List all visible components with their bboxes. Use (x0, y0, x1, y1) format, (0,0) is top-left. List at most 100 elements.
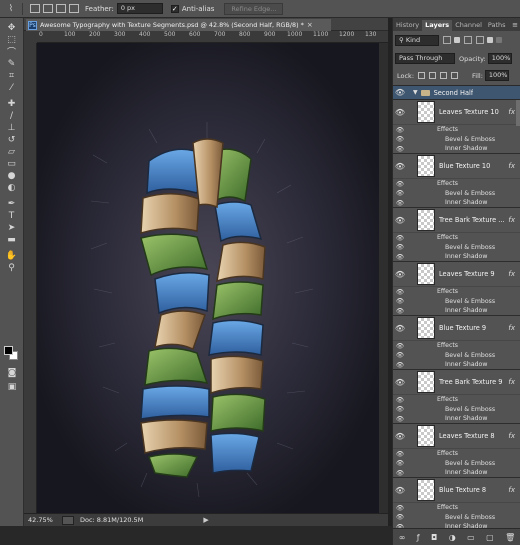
filter-toggle-icon[interactable] (496, 37, 502, 43)
effect-bevel[interactable]: Bevel & Emboss (445, 136, 495, 143)
type-tool-icon[interactable]: T (4, 210, 20, 221)
refine-edge-button[interactable]: Refine Edge... (224, 2, 284, 15)
filter-adjustment-icon[interactable] (454, 37, 460, 43)
marquee-tool-icon[interactable]: ⬚ (4, 34, 20, 45)
foreground-color-swatch[interactable] (4, 346, 13, 355)
clone-stamp-icon[interactable]: ⊥ (4, 122, 20, 133)
fx-icon[interactable]: fx (508, 378, 515, 386)
visibility-eye-icon[interactable]: 👁 (393, 234, 407, 242)
effect-bevel[interactable]: Bevel & Emboss (445, 190, 495, 197)
filter-pixel-icon[interactable] (443, 36, 451, 44)
delete-layer-icon[interactable]: 🗑 (505, 533, 515, 542)
layer-group-row[interactable]: 👁 ▼ Second Half (393, 86, 520, 100)
pen-tool-icon[interactable]: ✒ (4, 198, 20, 209)
new-layer-icon[interactable]: ▢ (486, 533, 494, 542)
chevron-down-icon[interactable]: ▼ (413, 89, 418, 96)
move-tool-icon[interactable]: ✥ (4, 22, 20, 33)
quick-mask-icon[interactable]: ◙ (4, 367, 20, 378)
effect-inner-shadow[interactable]: Inner Shadow (445, 415, 487, 422)
lasso-tool-icon[interactable]: ⌇ (4, 3, 18, 15)
blur-icon[interactable]: ● (4, 170, 20, 181)
layers-scrollbar-thumb[interactable] (516, 100, 520, 126)
effect-bevel[interactable]: Bevel & Emboss (445, 244, 495, 251)
visibility-eye-icon[interactable]: 👁 (393, 378, 407, 387)
visibility-eye-icon[interactable]: 👁 (393, 405, 407, 413)
quick-select-icon[interactable]: ✎ (4, 58, 20, 69)
filter-shape-icon[interactable] (476, 36, 484, 44)
visibility-eye-icon[interactable]: 👁 (393, 243, 407, 251)
intersect-selection-icon[interactable] (69, 4, 79, 13)
fx-icon[interactable]: fx (508, 270, 515, 278)
close-tab-icon[interactable]: × (307, 21, 313, 29)
effect-inner-shadow[interactable]: Inner Shadow (445, 307, 487, 314)
effect-inner-shadow[interactable]: Inner Shadow (445, 253, 487, 260)
visibility-eye-icon[interactable]: 👁 (393, 288, 407, 296)
visibility-eye-icon[interactable]: 👁 (393, 361, 407, 369)
hand-tool-icon[interactable]: ✋ (4, 250, 20, 261)
dodge-icon[interactable]: ◐ (4, 182, 20, 193)
eyedropper-icon[interactable]: ⁄ (4, 82, 20, 93)
add-style-icon[interactable]: ƒ (417, 533, 420, 542)
shape-tool-icon[interactable]: ▬ (4, 234, 20, 245)
effect-inner-shadow[interactable]: Inner Shadow (445, 145, 487, 152)
visibility-eye-icon[interactable]: 👁 (393, 135, 407, 143)
canvas[interactable] (37, 43, 388, 513)
screen-mode-icon[interactable]: ▣ (4, 381, 20, 392)
layer-row[interactable]: 👁 Blue Texture 9 fx 👁 Effects 👁 Bevel & Em… (393, 316, 520, 370)
visibility-eye-icon[interactable]: 👁 (393, 450, 407, 458)
visibility-eye-icon[interactable]: 👁 (393, 459, 407, 467)
effect-inner-shadow[interactable]: Inner Shadow (445, 199, 487, 206)
visibility-eye-icon[interactable]: 👁 (393, 486, 407, 495)
lock-position-icon[interactable] (440, 72, 448, 79)
fx-icon[interactable]: fx (508, 486, 515, 494)
horizontal-ruler[interactable]: 0 100 200 300 400 500 600 700 800 900 10… (37, 31, 388, 43)
history-brush-icon[interactable]: ↺ (4, 134, 20, 145)
visibility-eye-icon[interactable]: 👁 (393, 432, 407, 441)
fill-input[interactable]: 100% (484, 70, 509, 81)
visibility-eye-icon[interactable]: 👁 (393, 415, 407, 423)
lock-transparent-icon[interactable] (418, 72, 426, 79)
visibility-eye-icon[interactable]: 👁 (393, 180, 407, 188)
ruler-origin[interactable] (24, 31, 37, 43)
visibility-eye-icon[interactable]: 👁 (393, 126, 407, 134)
lasso-tool-icon[interactable]: ⌒ (4, 46, 20, 58)
visibility-eye-icon[interactable]: 👁 (393, 513, 407, 521)
visibility-eye-icon[interactable]: 👁 (393, 469, 407, 477)
feather-input[interactable]: 0 px (116, 3, 163, 14)
filter-type-icon[interactable] (464, 36, 472, 44)
layer-row[interactable]: 👁 Tree Bark Texture ... fx 👁 Effects 👁 Bev… (393, 208, 520, 262)
fx-icon[interactable]: fx (508, 162, 515, 170)
subtract-selection-icon[interactable] (56, 4, 66, 13)
status-menu-arrow-icon[interactable]: ▶ (203, 516, 208, 524)
visibility-eye-icon[interactable]: 👁 (393, 351, 407, 359)
visibility-eye-icon[interactable]: 👁 (393, 145, 407, 153)
visibility-eye-icon[interactable]: 👁 (393, 504, 407, 512)
visibility-eye-icon[interactable]: 👁 (393, 216, 407, 225)
layer-row[interactable]: 👁 Tree Bark Texture 9 fx 👁 Effects 👁 Bevel… (393, 370, 520, 424)
add-mask-icon[interactable]: ◘ (431, 533, 437, 542)
new-selection-icon[interactable] (30, 4, 40, 13)
opacity-input[interactable]: 100% (487, 53, 512, 64)
visibility-eye-icon[interactable]: 👁 (393, 199, 407, 207)
tab-paths[interactable]: Paths (485, 20, 509, 31)
tab-history[interactable]: History (393, 20, 422, 31)
visibility-eye-icon[interactable]: 👁 (393, 253, 407, 261)
fx-icon[interactable]: fx (508, 324, 515, 332)
effect-bevel[interactable]: Bevel & Emboss (445, 298, 495, 305)
tab-channels[interactable]: Channel (452, 20, 485, 31)
eraser-icon[interactable]: ▱ (4, 146, 20, 157)
visibility-eye-icon[interactable]: 👁 (393, 88, 407, 97)
antialias-checkbox[interactable]: ✓ (170, 4, 179, 13)
path-select-icon[interactable]: ➤ (4, 222, 20, 233)
visibility-eye-icon[interactable]: 👁 (393, 307, 407, 315)
new-group-icon[interactable]: ▭ (467, 533, 475, 542)
brush-tool-icon[interactable]: ∕ (4, 110, 20, 121)
blend-mode-select[interactable]: Pass Through (395, 53, 455, 64)
visibility-eye-icon[interactable]: 👁 (393, 189, 407, 197)
link-layers-icon[interactable]: ∞ (399, 533, 406, 542)
lock-pixels-icon[interactable] (429, 72, 437, 79)
zoom-tool-icon[interactable]: ⚲ (4, 262, 20, 273)
vertical-ruler[interactable] (24, 43, 37, 513)
status-info-icon[interactable] (62, 515, 74, 525)
filter-smart-object-icon[interactable] (487, 37, 493, 43)
